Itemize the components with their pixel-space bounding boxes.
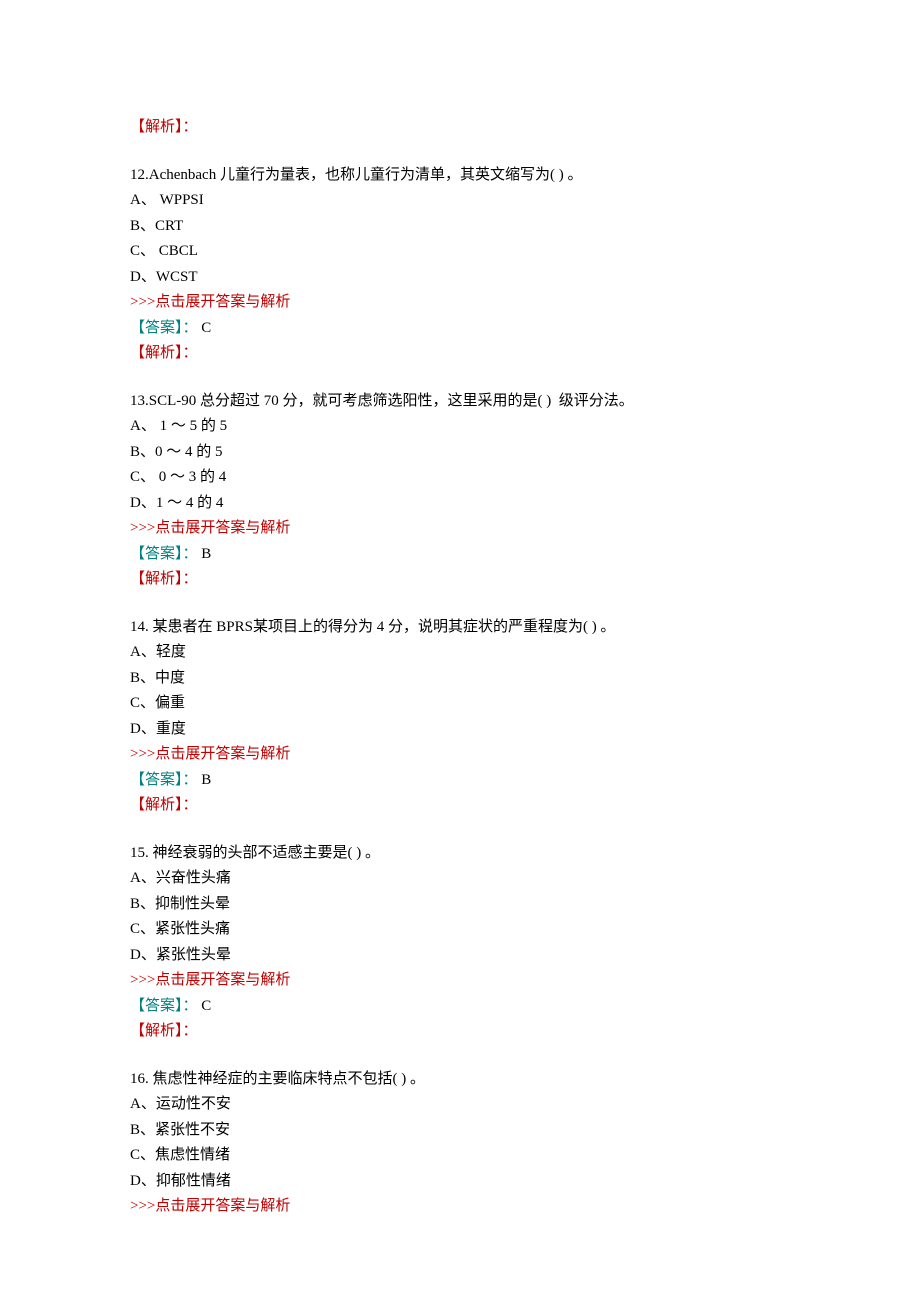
question-15: 15. 神经衰弱的头部不适感主要是( ) 。 A、兴奋性头痛 B、抑制性头晕 C… <box>130 841 790 1045</box>
option-c: C、偏重 <box>130 691 790 717</box>
answer-line: 【答案】： B <box>130 768 790 794</box>
expand-answer-link[interactable]: >>>点击展开答案与解析 <box>130 1194 790 1220</box>
option-d: D、抑郁性情绪 <box>130 1169 790 1195</box>
option-d: D、1 ～ 4 的 4 <box>130 491 790 517</box>
answer-value: B <box>198 546 212 562</box>
question-stem: 16. 焦虑性神经症的主要临床特点不包括( ) 。 <box>130 1067 790 1093</box>
answer-value: B <box>198 772 212 788</box>
answer-line: 【答案】： B <box>130 542 790 568</box>
answer-value: C <box>198 320 212 336</box>
option-d: D、WCST <box>130 265 790 291</box>
analysis-label: 【解析】： <box>130 567 790 593</box>
question-16: 16. 焦虑性神经症的主要临床特点不包括( ) 。 A、运动性不安 B、紧张性不… <box>130 1067 790 1220</box>
question-12: 12.Achenbach 儿童行为量表，也称儿童行为清单，其英文缩写为( ) 。… <box>130 163 790 367</box>
question-text: 焦虑性神经症的主要临床特点不包括( ) 。 <box>149 1071 425 1087</box>
question-text: 神经衰弱的头部不适感主要是( ) 。 <box>149 845 380 861</box>
option-a: A、兴奋性头痛 <box>130 866 790 892</box>
answer-label: 【答案】： <box>130 546 198 562</box>
question-stem: 13.SCL-90 总分超过 70 分，就可考虑筛选阳性，这里采用的是( ) 级… <box>130 389 790 415</box>
option-a: A、运动性不安 <box>130 1092 790 1118</box>
analysis-label: 【解析】： <box>130 115 790 141</box>
analysis-label: 【解析】： <box>130 1019 790 1045</box>
question-stem: 15. 神经衰弱的头部不适感主要是( ) 。 <box>130 841 790 867</box>
analysis-label: 【解析】： <box>130 793 790 819</box>
option-b: B、0 ～ 4 的 5 <box>130 440 790 466</box>
option-d: D、重度 <box>130 717 790 743</box>
analysis-label: 【解析】： <box>130 341 790 367</box>
option-c: C、 CBCL <box>130 239 790 265</box>
option-b: B、中度 <box>130 666 790 692</box>
option-c: C、焦虑性情绪 <box>130 1143 790 1169</box>
option-a: A、 WPPSI <box>130 188 790 214</box>
expand-answer-link[interactable]: >>>点击展开答案与解析 <box>130 968 790 994</box>
question-text: 某患者在 BPRS某项目上的得分为 4 分，说明其症状的严重程度为( ) 。 <box>149 619 616 635</box>
option-c: C、紧张性头痛 <box>130 917 790 943</box>
answer-line: 【答案】： C <box>130 994 790 1020</box>
question-number: 14. <box>130 619 149 635</box>
answer-label: 【答案】： <box>130 320 198 336</box>
option-c: C、 0 ～ 3 的 4 <box>130 465 790 491</box>
option-b: B、CRT <box>130 214 790 240</box>
answer-label: 【答案】： <box>130 998 198 1014</box>
question-13: 13.SCL-90 总分超过 70 分，就可考虑筛选阳性，这里采用的是( ) 级… <box>130 389 790 593</box>
question-text: Achenbach 儿童行为量表，也称儿童行为清单，其英文缩写为( ) 。 <box>149 167 583 183</box>
question-14: 14. 某患者在 BPRS某项目上的得分为 4 分，说明其症状的严重程度为( )… <box>130 615 790 819</box>
option-d: D、紧张性头晕 <box>130 943 790 969</box>
intro-analysis-block: 【解析】： <box>130 115 790 141</box>
question-stem: 14. 某患者在 BPRS某项目上的得分为 4 分，说明其症状的严重程度为( )… <box>130 615 790 641</box>
answer-line: 【答案】： C <box>130 316 790 342</box>
question-number: 13. <box>130 393 149 409</box>
question-number: 12. <box>130 167 149 183</box>
option-a: A、轻度 <box>130 640 790 666</box>
question-number: 15. <box>130 845 149 861</box>
question-text: SCL-90 总分超过 70 分，就可考虑筛选阳性，这里采用的是( ) 级评分法… <box>149 393 634 409</box>
option-b: B、抑制性头晕 <box>130 892 790 918</box>
option-b: B、紧张性不安 <box>130 1118 790 1144</box>
answer-label: 【答案】： <box>130 772 198 788</box>
answer-value: C <box>198 998 212 1014</box>
expand-answer-link[interactable]: >>>点击展开答案与解析 <box>130 290 790 316</box>
expand-answer-link[interactable]: >>>点击展开答案与解析 <box>130 516 790 542</box>
option-a: A、 1 ～ 5 的 5 <box>130 414 790 440</box>
question-stem: 12.Achenbach 儿童行为量表，也称儿童行为清单，其英文缩写为( ) 。 <box>130 163 790 189</box>
question-number: 16. <box>130 1071 149 1087</box>
expand-answer-link[interactable]: >>>点击展开答案与解析 <box>130 742 790 768</box>
